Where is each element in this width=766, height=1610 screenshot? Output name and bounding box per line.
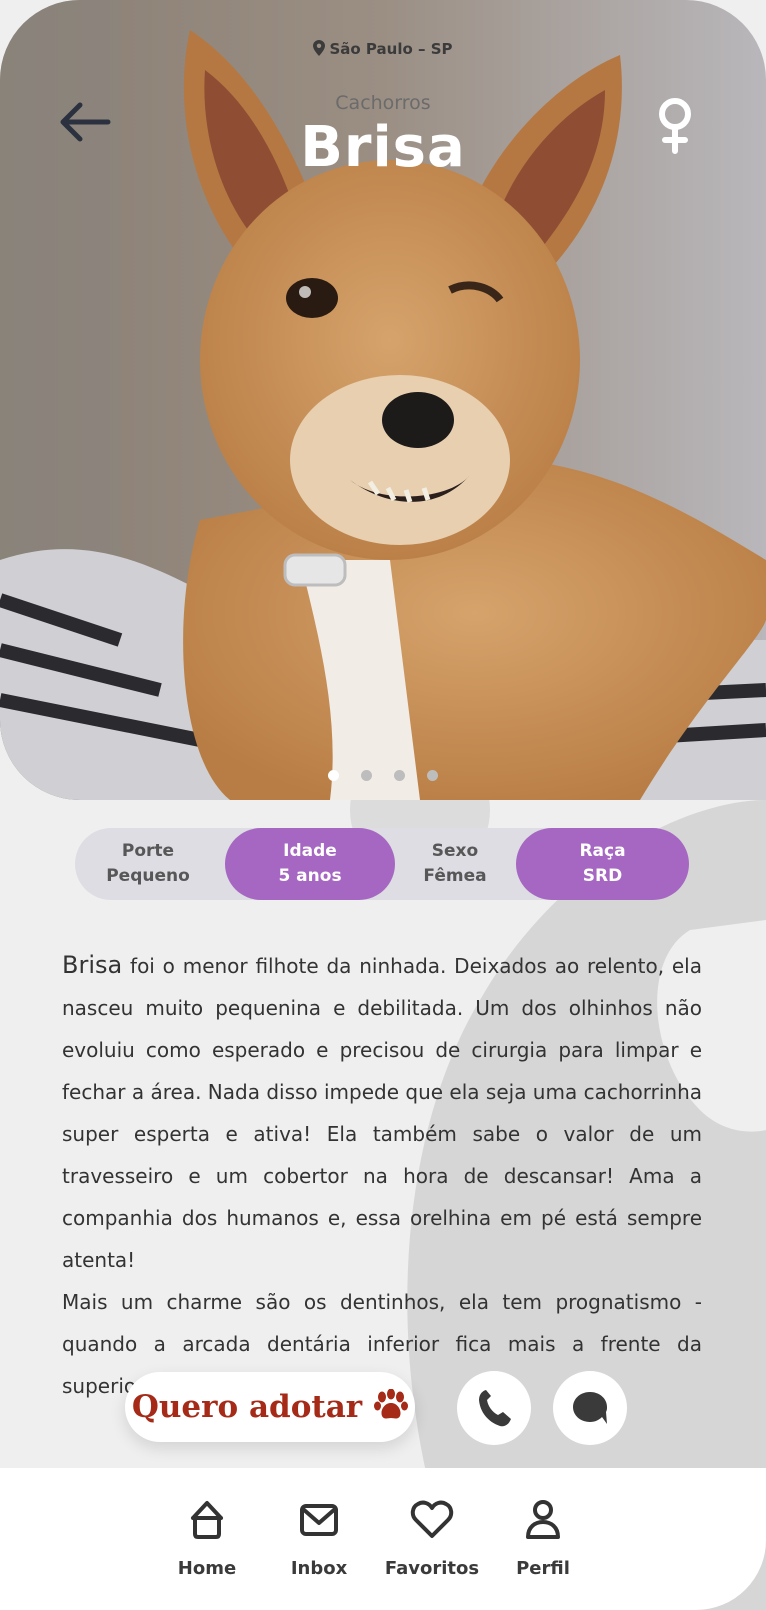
nav-profile[interactable]: Perfil xyxy=(488,1498,598,1579)
location-pin-icon xyxy=(313,40,326,56)
info-breed: Raça SRD xyxy=(516,828,689,900)
nav-profile-label: Perfil xyxy=(516,1558,570,1579)
arrow-left-icon xyxy=(60,102,111,142)
location-text: São Paulo – SP xyxy=(329,40,453,58)
carousel-dot[interactable] xyxy=(361,770,372,781)
female-icon xyxy=(652,96,698,154)
heart-icon xyxy=(410,1500,454,1538)
carousel-dot[interactable] xyxy=(427,770,438,781)
description-text: foi o menor filhote da ninhada. Deixados… xyxy=(62,954,702,1272)
carousel-indicator xyxy=(0,766,766,785)
info-sex-title: Sexo xyxy=(431,841,479,861)
carousel-dot[interactable] xyxy=(328,770,339,781)
nav-inbox-label: Inbox xyxy=(290,1558,348,1579)
description-paragraph: Brisa foi o menor filhote da ninhada. De… xyxy=(62,944,702,1281)
info-breed-value: SRD xyxy=(582,866,623,886)
nav-home[interactable]: Home xyxy=(152,1498,262,1579)
user-icon xyxy=(526,1500,560,1539)
adopt-label: Quero adotar xyxy=(131,1389,363,1425)
pet-photo-carousel[interactable]: São Paulo – SP Cachorros Brisa xyxy=(0,0,766,800)
info-breed-title: Raça xyxy=(579,841,626,861)
info-size: Porte Pequeno xyxy=(75,828,221,900)
info-sex-value: Fêmea xyxy=(423,866,487,886)
call-button[interactable] xyxy=(457,1371,531,1445)
nav-inbox[interactable]: Inbox xyxy=(264,1498,374,1579)
pet-detail-screen: São Paulo – SP Cachorros Brisa Porte Peq… xyxy=(0,0,766,1610)
chat-icon xyxy=(573,1392,607,1424)
nav-home-label: Home xyxy=(177,1558,237,1579)
nav-favorites[interactable]: Favoritos xyxy=(377,1498,487,1579)
pet-description: Brisa foi o menor filhote da ninhada. De… xyxy=(62,944,702,1407)
paw-icon xyxy=(374,1388,409,1425)
chat-button[interactable] xyxy=(553,1371,627,1445)
phone-icon xyxy=(479,1390,511,1427)
back-button[interactable] xyxy=(58,100,112,144)
description-lead: Brisa xyxy=(62,951,123,979)
location-label: São Paulo – SP xyxy=(0,40,766,58)
info-sex: Sexo Fêmea xyxy=(397,828,513,900)
mail-icon xyxy=(300,1504,338,1536)
adopt-button[interactable]: Quero adotar xyxy=(125,1372,415,1442)
info-age: Idade 5 anos xyxy=(225,828,395,900)
info-size-title: Porte xyxy=(121,841,175,861)
info-age-value: 5 anos xyxy=(278,866,342,886)
bottom-navigation: Home Inbox Favoritos Perfil xyxy=(0,1468,766,1610)
nav-favorites-label: Favoritos xyxy=(384,1558,480,1579)
info-age-title: Idade xyxy=(283,841,337,861)
pet-info-bar: Porte Pequeno Idade 5 anos Sexo Fêmea Ra… xyxy=(75,828,689,900)
home-icon xyxy=(191,1501,223,1539)
info-size-value: Pequeno xyxy=(106,866,190,886)
carousel-dot[interactable] xyxy=(394,770,405,781)
